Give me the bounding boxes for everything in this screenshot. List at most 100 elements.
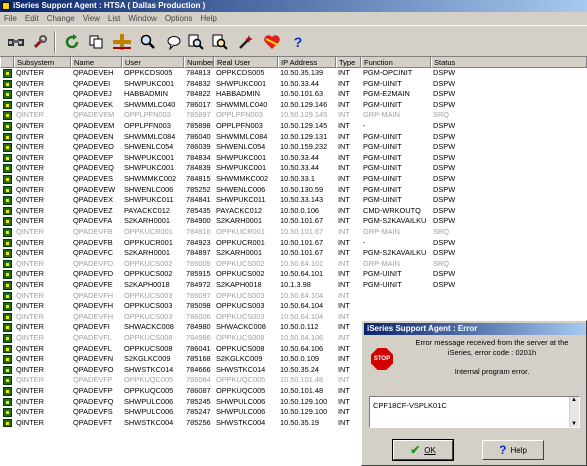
plus-icon[interactable] (112, 32, 132, 52)
find-icon[interactable] (186, 32, 206, 52)
help-button[interactable]: ? Help (482, 440, 544, 460)
table-row[interactable]: QINTER QPADEVEZ PAYACKC012 785435 PAYACKC012… (0, 206, 587, 217)
error-code-textbox[interactable]: CPF18CF-VSPLK01C (369, 396, 580, 428)
table-row[interactable]: QINTER QPADEVFB OPPKUCR001 784916 OPPKUCR001… (0, 227, 587, 238)
cell-ip: 10.50.129.100 (280, 396, 328, 406)
table-row[interactable]: QINTER QPADEVEI SHWPUKC001 784832 SHWPUKC001… (0, 79, 587, 90)
menu-edit[interactable]: Edit (21, 12, 43, 25)
job-status-icon (3, 90, 12, 99)
cell-status: DSPW (433, 121, 456, 130)
cell-real-user: OPPKUCS008 (216, 333, 265, 342)
tools-icon[interactable] (30, 32, 50, 52)
cell-real-user: SHWPUKC001 (216, 152, 267, 162)
job-status-icon (3, 270, 12, 279)
table-row[interactable]: QINTER QPADEVFE S2KAPH0018 784972 S2KAPH0018… (0, 280, 587, 291)
cell-subsystem: QINTER (16, 99, 44, 109)
menu-window[interactable]: Window (124, 12, 160, 25)
header-function[interactable]: Function (361, 57, 431, 68)
cell-number: 785005 (186, 258, 211, 268)
cell-real-user: OPPKUQC005 (216, 386, 266, 395)
find-next-icon[interactable] (210, 32, 230, 52)
header-name[interactable]: Name (71, 57, 122, 68)
cell-ip: 10.50.33.44 (280, 152, 320, 162)
header-user[interactable]: User (122, 57, 184, 68)
table-row[interactable]: QINTER QPADEVEQ SHWPUKC001 784839 SHWPUKC001… (0, 163, 587, 174)
heart-icon[interactable] (262, 32, 282, 52)
header-ip-address[interactable]: IP Address (278, 57, 336, 68)
zoom-icon[interactable] (138, 32, 158, 52)
cell-real-user: PAYACKC012 (216, 205, 263, 215)
header-subsystem[interactable]: Subsystem (14, 57, 71, 68)
cell-name: QPADEVEX (73, 195, 114, 205)
cell-number: 784980 (186, 322, 211, 332)
table-row[interactable]: QINTER QPADEVEM OPPLPFN003 785897 OPPLPFN003… (0, 110, 587, 121)
ok-button[interactable]: ✔ OK (392, 439, 454, 461)
menu-help[interactable]: Help (196, 12, 220, 25)
table-row[interactable]: QINTER QPADEVEN SHWMMLC084 786040 SHWMMLC084… (0, 132, 587, 143)
menu-view[interactable]: View (79, 12, 104, 25)
table-row[interactable]: QINTER QPADEVFB OPPKUCR001 784923 OPPKUCR001… (0, 238, 587, 249)
refresh-icon[interactable] (62, 32, 82, 52)
bubble-icon[interactable] (164, 32, 184, 52)
cell-type: INT (338, 396, 350, 406)
job-status-icon (3, 175, 12, 184)
job-status-icon (3, 259, 12, 269)
table-row[interactable]: QINTER QPADEVFH OPPKUCS003 785098 OPPKUCS003… (0, 301, 587, 312)
table-row[interactable]: QINTER QPADEVEM OPPLPFN003 785898 OPPLPFN003… (0, 121, 587, 132)
wand-icon[interactable] (236, 32, 256, 52)
table-row[interactable]: QINTER QPADEVEW SHWENLC006 785252 SHWENLC006… (0, 185, 587, 196)
header-type[interactable]: Type (336, 57, 361, 68)
cell-ip: 10.50.33.44 (280, 78, 320, 88)
cell-user: OPPKUQC005 (124, 386, 174, 395)
table-row[interactable]: QINTER QPADEVES SHWMMKC002 784815 SHWMMKC002… (0, 174, 587, 185)
cell-real-user: OPPKUCS003 (216, 301, 265, 311)
cell-user: OPPLPFN003 (124, 110, 171, 120)
header-status[interactable]: Status (431, 57, 587, 68)
table-row[interactable]: QINTER QPADEVEP SHWPUKC001 784834 SHWPUKC001… (0, 153, 587, 164)
header-number[interactable]: Number (184, 57, 214, 68)
table-row[interactable]: QINTER QPADEVEH OPPKCDS005 784813 OPPKCDS005… (0, 68, 587, 79)
cell-real-user: SHWMMLC084 (216, 131, 268, 141)
cell-ip: 10.50.101.67 (280, 237, 324, 247)
cell-user: OPPKUCS008 (124, 333, 173, 342)
table-row[interactable]: QINTER QPADEVEX SHWPUKC011 784841 SHWPUKC011… (0, 195, 587, 206)
cell-real-user: SHWSTKC014 (216, 364, 266, 374)
cell-name: QPADEVFB (73, 227, 113, 236)
header-icon-col[interactable] (0, 57, 14, 68)
cell-number: 786087 (186, 386, 211, 395)
binoculars-icon[interactable] (6, 32, 26, 52)
checkmark-icon: ✔ (410, 443, 421, 457)
header-real-user[interactable]: Real User (214, 57, 278, 68)
cell-ip: 10.50.129.146 (280, 99, 328, 109)
cell-name: QPADEVFS (73, 407, 113, 417)
job-status-icon (3, 312, 12, 322)
menu-options[interactable]: Options (161, 12, 197, 25)
table-row[interactable]: QINTER QPADEVFH OPPKUCS003 785097 OPPKUCS003… (0, 291, 587, 302)
toolbar-separator (54, 31, 56, 53)
cell-name: QPADEVEJ (73, 89, 112, 99)
cell-number: 785168 (186, 354, 211, 364)
table-row[interactable]: QINTER QPADEVEJ HABBADMIN 784822 HABBADMIN 10… (0, 89, 587, 100)
table-row[interactable]: QINTER QPADEVFD OPPKUCS002 785915 OPPKUCS002… (0, 269, 587, 280)
menu-list[interactable]: List (104, 12, 124, 25)
table-row[interactable]: QINTER QPADEVFA S2KARH0001 784900 S2KARH0001… (0, 216, 587, 227)
table-row[interactable]: QINTER QPADEVEK SHWMMLC040 786017 SHWMMLC040… (0, 100, 587, 111)
table-row[interactable]: QINTER QPADEVFC S2KARH0001 784897 S2KARH0001… (0, 248, 587, 259)
cell-number: 784666 (186, 364, 211, 374)
copy-icon[interactable] (86, 32, 106, 52)
cell-ip: 10.50.64.101 (280, 269, 324, 279)
job-status-icon (3, 111, 12, 120)
table-row[interactable]: QINTER QPADEVFD OPPKUCS002 785005 OPPKUCS002… (0, 259, 587, 270)
table-row[interactable]: QINTER QPADEVEO SHWENLC054 786039 SHWENLC054… (0, 142, 587, 153)
cell-type: INT (338, 110, 350, 120)
cell-type: INT (338, 131, 350, 141)
textbox-scrollbar[interactable] (569, 397, 579, 427)
job-status-icon (3, 153, 12, 163)
menu-change[interactable]: Change (43, 12, 79, 25)
cell-real-user: SHWENLC054 (216, 142, 266, 152)
cell-user: SHWPULC006 (124, 396, 174, 406)
help-icon[interactable]: ? (288, 32, 308, 52)
cell-function: PGM-UINIT (363, 152, 402, 162)
menu-file[interactable]: File (0, 12, 21, 25)
cell-number: 785915 (186, 269, 211, 279)
